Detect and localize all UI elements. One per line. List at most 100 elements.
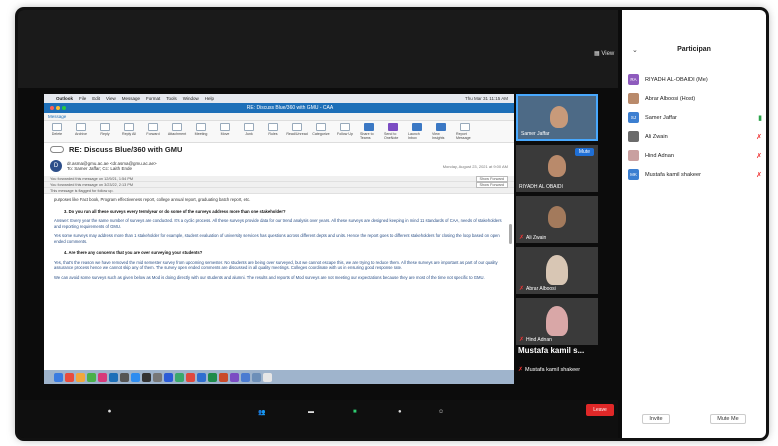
view-insights-button[interactable]: View Insights xyxy=(432,123,450,140)
participant-row[interactable]: Abrar Alboosi (Host) xyxy=(628,89,762,108)
move-button[interactable]: Move xyxy=(216,123,234,140)
video-tile[interactable]: Mute RIYADH AL OBAIDI xyxy=(516,145,598,192)
onenote-icon[interactable] xyxy=(230,372,239,382)
reply-button[interactable]: Reply xyxy=(96,123,114,140)
participant-row[interactable]: Ali Zwain ✗ xyxy=(628,127,762,146)
share-screen-icon[interactable]: ■ xyxy=(353,409,357,415)
participant-row[interactable]: SJ Samer Jaffar ▮ xyxy=(628,108,762,127)
share-to-teams-button[interactable]: Share to Teams xyxy=(360,123,378,140)
inbox-icon xyxy=(412,123,422,131)
shared-screen: Outlook File Edit View Message Format To… xyxy=(44,94,514,384)
video-tile[interactable]: ✗ Hind Adnan xyxy=(516,298,598,345)
body-intro: purposes like Fact book, Program effecti… xyxy=(54,197,251,202)
video-tile[interactable]: ✗ Abrar Alboosi xyxy=(516,247,598,294)
app-icon[interactable] xyxy=(153,372,162,382)
invite-button[interactable]: Invite xyxy=(642,414,670,424)
outlook-titlebar: RE: Discuss Blue/360 with GMU - CAA xyxy=(44,103,514,113)
tile-name: Samer Jaffar xyxy=(521,131,550,137)
view-button[interactable]: ▦ View xyxy=(594,50,614,57)
participant-row[interactable]: RA RIYADH AL-OBAIDI (Me) xyxy=(628,70,762,89)
report-icon xyxy=(460,123,470,131)
app-icon[interactable] xyxy=(76,372,85,382)
app-icon[interactable] xyxy=(175,372,184,382)
menu-help[interactable]: Help xyxy=(205,96,214,101)
categorize-button[interactable]: Categorize xyxy=(312,123,330,140)
envelope-icon xyxy=(292,123,302,131)
zoom-window: ▦ View Outlook File Edit View Message Fo… xyxy=(18,10,766,438)
leave-button[interactable]: Leave xyxy=(586,404,614,416)
rules-button[interactable]: Rules xyxy=(264,123,282,140)
ribbon-label: Launch Inbox xyxy=(408,132,420,140)
archive-button[interactable]: Archive xyxy=(72,123,90,140)
ribbon-label: Meeting xyxy=(194,132,208,136)
mic-icon[interactable]: ⏺ xyxy=(108,409,111,416)
window-controls[interactable] xyxy=(50,106,66,110)
app-icon[interactable] xyxy=(120,372,129,382)
menu-message[interactable]: Message xyxy=(122,96,140,101)
email-subject: RE: Discuss Blue/360 with GMU xyxy=(44,143,514,156)
participant-row[interactable]: MK Mustafa kamil shakeer ✗ xyxy=(628,165,762,184)
menu-format[interactable]: Format xyxy=(146,96,160,101)
ribbon-label: Reply xyxy=(100,132,110,136)
delete-button[interactable]: Delete xyxy=(48,123,66,140)
teams-icon[interactable] xyxy=(241,372,250,382)
sender-avatar: D xyxy=(50,160,62,172)
powerpoint-icon[interactable] xyxy=(219,372,228,382)
launch-inbox-button[interactable]: Launch Inbox xyxy=(408,123,426,140)
junk-button[interactable]: Junk xyxy=(240,123,258,140)
email-date: Monday, August 23, 2021 at 9:00 AM xyxy=(442,163,508,169)
finder-icon[interactable] xyxy=(54,372,63,382)
window-title: RE: Discuss Blue/360 with GMU - CAA xyxy=(246,105,334,111)
ribbon-label: Rules xyxy=(268,132,278,136)
participant-name: Mustafa kamil shakeer xyxy=(645,171,701,178)
menu-view[interactable]: View xyxy=(106,96,116,101)
app-icon[interactable] xyxy=(98,372,107,382)
tab-message[interactable]: Message xyxy=(44,113,514,121)
trash-icon[interactable] xyxy=(263,372,272,382)
app-icon[interactable] xyxy=(252,372,261,382)
menu-edit[interactable]: Edit xyxy=(92,96,100,101)
mic-off-icon: ✗ xyxy=(756,133,762,141)
ribbon-label: Delete xyxy=(51,132,63,136)
report-message-button[interactable]: Report Message xyxy=(456,123,474,140)
read-unread-button[interactable]: Read/Unread xyxy=(286,123,308,140)
video-tile[interactable]: Samer Jaffar xyxy=(516,94,598,141)
mute-button[interactable]: Mute xyxy=(574,148,594,156)
outlook-icon[interactable] xyxy=(109,372,118,382)
menu-window[interactable]: Window xyxy=(183,96,199,101)
scrollbar[interactable] xyxy=(509,224,512,244)
send-to-onenote-button[interactable]: Send to OneNote xyxy=(384,123,402,140)
menu-file[interactable]: File xyxy=(79,96,86,101)
participant-name: Ali Zwain xyxy=(645,133,668,140)
menu-tools[interactable]: Tools xyxy=(166,96,177,101)
word-icon[interactable] xyxy=(197,372,206,382)
chat-icon[interactable]: ▬ xyxy=(308,409,314,415)
ribbon-label: Read/Unread xyxy=(286,132,308,136)
follow-up-button[interactable]: Follow Up xyxy=(336,123,354,140)
view-label: View xyxy=(601,51,615,57)
reactions-icon[interactable]: ☺ xyxy=(438,409,444,415)
record-icon[interactable]: ● xyxy=(398,409,402,415)
participant-list: RA RIYADH AL-OBAIDI (Me) Abrar Alboosi (Ho… xyxy=(628,70,762,184)
app-icon[interactable] xyxy=(131,372,140,382)
app-icon[interactable] xyxy=(65,372,74,382)
app-icon[interactable] xyxy=(186,372,195,382)
participant-row[interactable]: Hind Adnan ✗ xyxy=(628,146,762,165)
answer-3: Answer: Every year the same number of su… xyxy=(54,218,502,229)
reply-all-button[interactable]: Reply All xyxy=(120,123,138,140)
excel-icon[interactable] xyxy=(208,372,217,382)
flag-icon xyxy=(340,123,350,131)
zoom-icon[interactable] xyxy=(164,372,173,382)
meeting-button[interactable]: Meeting xyxy=(192,123,210,140)
forward-button[interactable]: Forward xyxy=(144,123,162,140)
app-icon[interactable] xyxy=(142,372,151,382)
participants-icon[interactable]: 👥 xyxy=(258,409,265,416)
menu-outlook[interactable]: Outlook xyxy=(56,96,73,101)
participant-name: Samer Jaffar xyxy=(645,114,677,121)
attachment-button[interactable]: Attachment xyxy=(168,123,186,140)
panel-title: Participan xyxy=(677,46,711,53)
show-forward-button[interactable]: Show Forward xyxy=(475,181,508,188)
mute-me-button[interactable]: Mute Me xyxy=(710,414,746,424)
video-tile[interactable]: ✗ Ali Zwain xyxy=(516,196,598,243)
app-icon[interactable] xyxy=(87,372,96,382)
